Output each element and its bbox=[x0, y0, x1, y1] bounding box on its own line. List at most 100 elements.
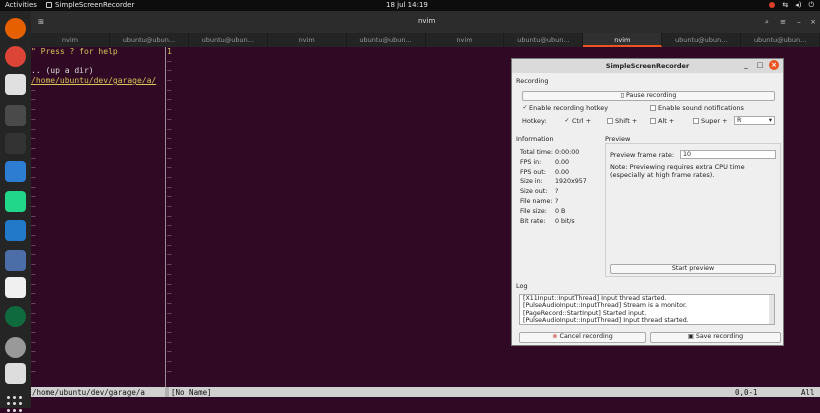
tilde-line: ~ bbox=[31, 337, 36, 347]
line-number: 1 bbox=[167, 47, 172, 56]
info-label: File name: bbox=[520, 198, 553, 205]
text-editor-icon[interactable] bbox=[5, 277, 26, 298]
tilde-line: ~ bbox=[31, 134, 36, 144]
ctrl-checkbox[interactable]: ✓ bbox=[564, 118, 570, 124]
pause-recording-label: Pause recording bbox=[626, 92, 677, 99]
shift-checkbox[interactable] bbox=[607, 118, 613, 124]
app-menu[interactable]: SimpleScreenRecorder bbox=[46, 1, 134, 9]
cancel-recording-button[interactable]: ⊗ Cancel recording bbox=[519, 332, 646, 343]
close-icon[interactable]: × bbox=[809, 18, 817, 26]
status-buffer: [No Name] bbox=[171, 388, 212, 397]
tilde-line: ~ bbox=[167, 366, 172, 376]
simplescreenrecorder-icon[interactable] bbox=[5, 306, 26, 327]
code-editor-icon[interactable] bbox=[5, 105, 26, 126]
system-tray[interactable]: ⇆ ◂) ⏻ bbox=[769, 1, 814, 10]
pause-recording-button[interactable]: ▯ Pause recording bbox=[522, 91, 775, 101]
log-group-label: Log bbox=[516, 282, 528, 290]
enable-sound-checkbox[interactable] bbox=[650, 105, 656, 111]
ctrl-label: Ctrl + bbox=[572, 117, 592, 125]
start-preview-button[interactable]: Start preview bbox=[610, 264, 776, 274]
tilde-line: ~ bbox=[167, 347, 172, 357]
save-icon: ▣ bbox=[687, 333, 694, 340]
save-recording-label: Save recording bbox=[695, 333, 744, 340]
tilde-line: ~ bbox=[31, 366, 36, 376]
info-label: Size in: bbox=[520, 178, 543, 186]
tilde-line: ~ bbox=[31, 182, 36, 192]
ssr-maximize-icon[interactable]: □ bbox=[755, 60, 765, 70]
nerdtree-pane[interactable]: " Press ? for help .. (up a dir)/home/ubu… bbox=[31, 47, 165, 387]
search-icon[interactable]: ⌕ bbox=[763, 18, 771, 26]
tilde-line: ~ bbox=[31, 298, 36, 308]
nerdtree-line: " Press ? for help bbox=[31, 47, 118, 56]
firefox-icon[interactable] bbox=[5, 18, 26, 39]
super-checkbox[interactable] bbox=[693, 118, 699, 124]
tilde-line: ~ bbox=[31, 269, 36, 279]
disk-icon[interactable] bbox=[5, 337, 26, 358]
activities-button[interactable]: Activities bbox=[5, 1, 37, 9]
log-output[interactable]: [X11Input::InputThread] Input thread sta… bbox=[519, 294, 775, 325]
clock[interactable]: 18 jul 14:19 bbox=[386, 1, 428, 9]
terminal-tab[interactable]: nvim bbox=[31, 33, 110, 47]
info-value: 0.00 bbox=[555, 168, 570, 176]
terminal-tab[interactable]: ubuntu@ubun... bbox=[110, 33, 189, 47]
wireshark-icon[interactable] bbox=[5, 161, 26, 182]
terminal-icon[interactable] bbox=[5, 133, 26, 154]
preview-frame-rate-value: 10 bbox=[683, 151, 692, 158]
info-value: 0 bit/s bbox=[555, 217, 575, 225]
minimize-icon[interactable]: – bbox=[795, 18, 803, 26]
record-icon[interactable] bbox=[769, 2, 776, 8]
terminal-tab[interactable]: ubuntu@ubun... bbox=[347, 33, 426, 47]
tilde-line: ~ bbox=[31, 250, 36, 260]
terminal-tab[interactable]: ubuntu@ubun... bbox=[504, 33, 584, 47]
tilde-line: ~ bbox=[31, 357, 36, 366]
recording-group-label: Recording bbox=[516, 77, 549, 85]
chrome-icon[interactable] bbox=[5, 46, 26, 67]
info-label: FPS out: bbox=[520, 168, 546, 176]
terminal-tab[interactable]: ubuntu@ubun... bbox=[189, 33, 268, 47]
ssr-window: SimpleScreenRecorder _ □ × Recording ▯ P… bbox=[511, 58, 784, 346]
trash-icon[interactable] bbox=[5, 363, 26, 384]
log-line: [PageRecord::StartInput] Started input. bbox=[523, 309, 647, 317]
show-apps-icon[interactable] bbox=[7, 396, 24, 413]
terminal-tab[interactable]: ubuntu@ubun... bbox=[741, 33, 820, 47]
hotkey-label: Hotkey: bbox=[522, 117, 547, 125]
hotkey-key-value: R bbox=[737, 117, 742, 124]
tilde-line: ~ bbox=[31, 231, 36, 241]
terminal-tab[interactable]: nvim bbox=[583, 33, 663, 47]
status-path: /home/ubuntu/dev/garage/a bbox=[32, 388, 145, 397]
chevron-down-icon: ▾ bbox=[768, 117, 772, 124]
alt-label: Alt + bbox=[658, 117, 675, 125]
info-value: 1920x957 bbox=[555, 178, 587, 186]
nerdtree-line: .. (up a dir) bbox=[31, 66, 94, 76]
terminal-tab[interactable]: nvim bbox=[268, 33, 347, 47]
terminal-tab[interactable]: ubuntu@ubun... bbox=[662, 33, 742, 47]
tilde-line: ~ bbox=[31, 260, 36, 270]
volume-icon[interactable]: ◂) bbox=[795, 1, 801, 10]
status-divider bbox=[165, 387, 169, 397]
tilde-line: ~ bbox=[31, 124, 36, 134]
ssr-titlebar[interactable]: SimpleScreenRecorder _ □ × bbox=[512, 59, 783, 73]
alt-checkbox[interactable] bbox=[650, 118, 656, 124]
power-icon[interactable]: ⏻ bbox=[808, 1, 814, 10]
network-icon[interactable]: ⇆ bbox=[782, 1, 788, 10]
log-scrollbar[interactable] bbox=[769, 295, 774, 324]
log-lines: [X11Input::InputThread] Input thread sta… bbox=[523, 295, 774, 324]
app-name: SimpleScreenRecorder bbox=[55, 1, 135, 9]
ssr-title: SimpleScreenRecorder bbox=[605, 62, 690, 70]
ssr-minimize-icon[interactable]: _ bbox=[741, 60, 751, 70]
pycharm-icon[interactable] bbox=[5, 191, 26, 212]
enable-sound-label: Enable sound notifications bbox=[658, 104, 744, 112]
vscode-icon[interactable] bbox=[5, 220, 26, 241]
network-tool-icon[interactable] bbox=[5, 250, 26, 271]
tilde-line: ~ bbox=[31, 143, 36, 153]
info-label: FPS in: bbox=[520, 158, 542, 166]
save-recording-button[interactable]: ▣ Save recording bbox=[650, 332, 781, 343]
hotkey-key-select[interactable]: R ▾ bbox=[734, 116, 775, 125]
terminal-tab[interactable]: nvim bbox=[426, 33, 505, 47]
menu-icon[interactable]: ≡ bbox=[779, 18, 787, 26]
preview-frame-rate-spinbox[interactable]: 10 bbox=[680, 150, 776, 159]
ssr-close-icon[interactable]: × bbox=[769, 60, 779, 70]
enable-hotkey-checkbox[interactable]: ✓ bbox=[522, 105, 528, 111]
new-tab-icon[interactable]: ⊞ bbox=[37, 18, 45, 26]
files-icon[interactable] bbox=[5, 74, 26, 95]
